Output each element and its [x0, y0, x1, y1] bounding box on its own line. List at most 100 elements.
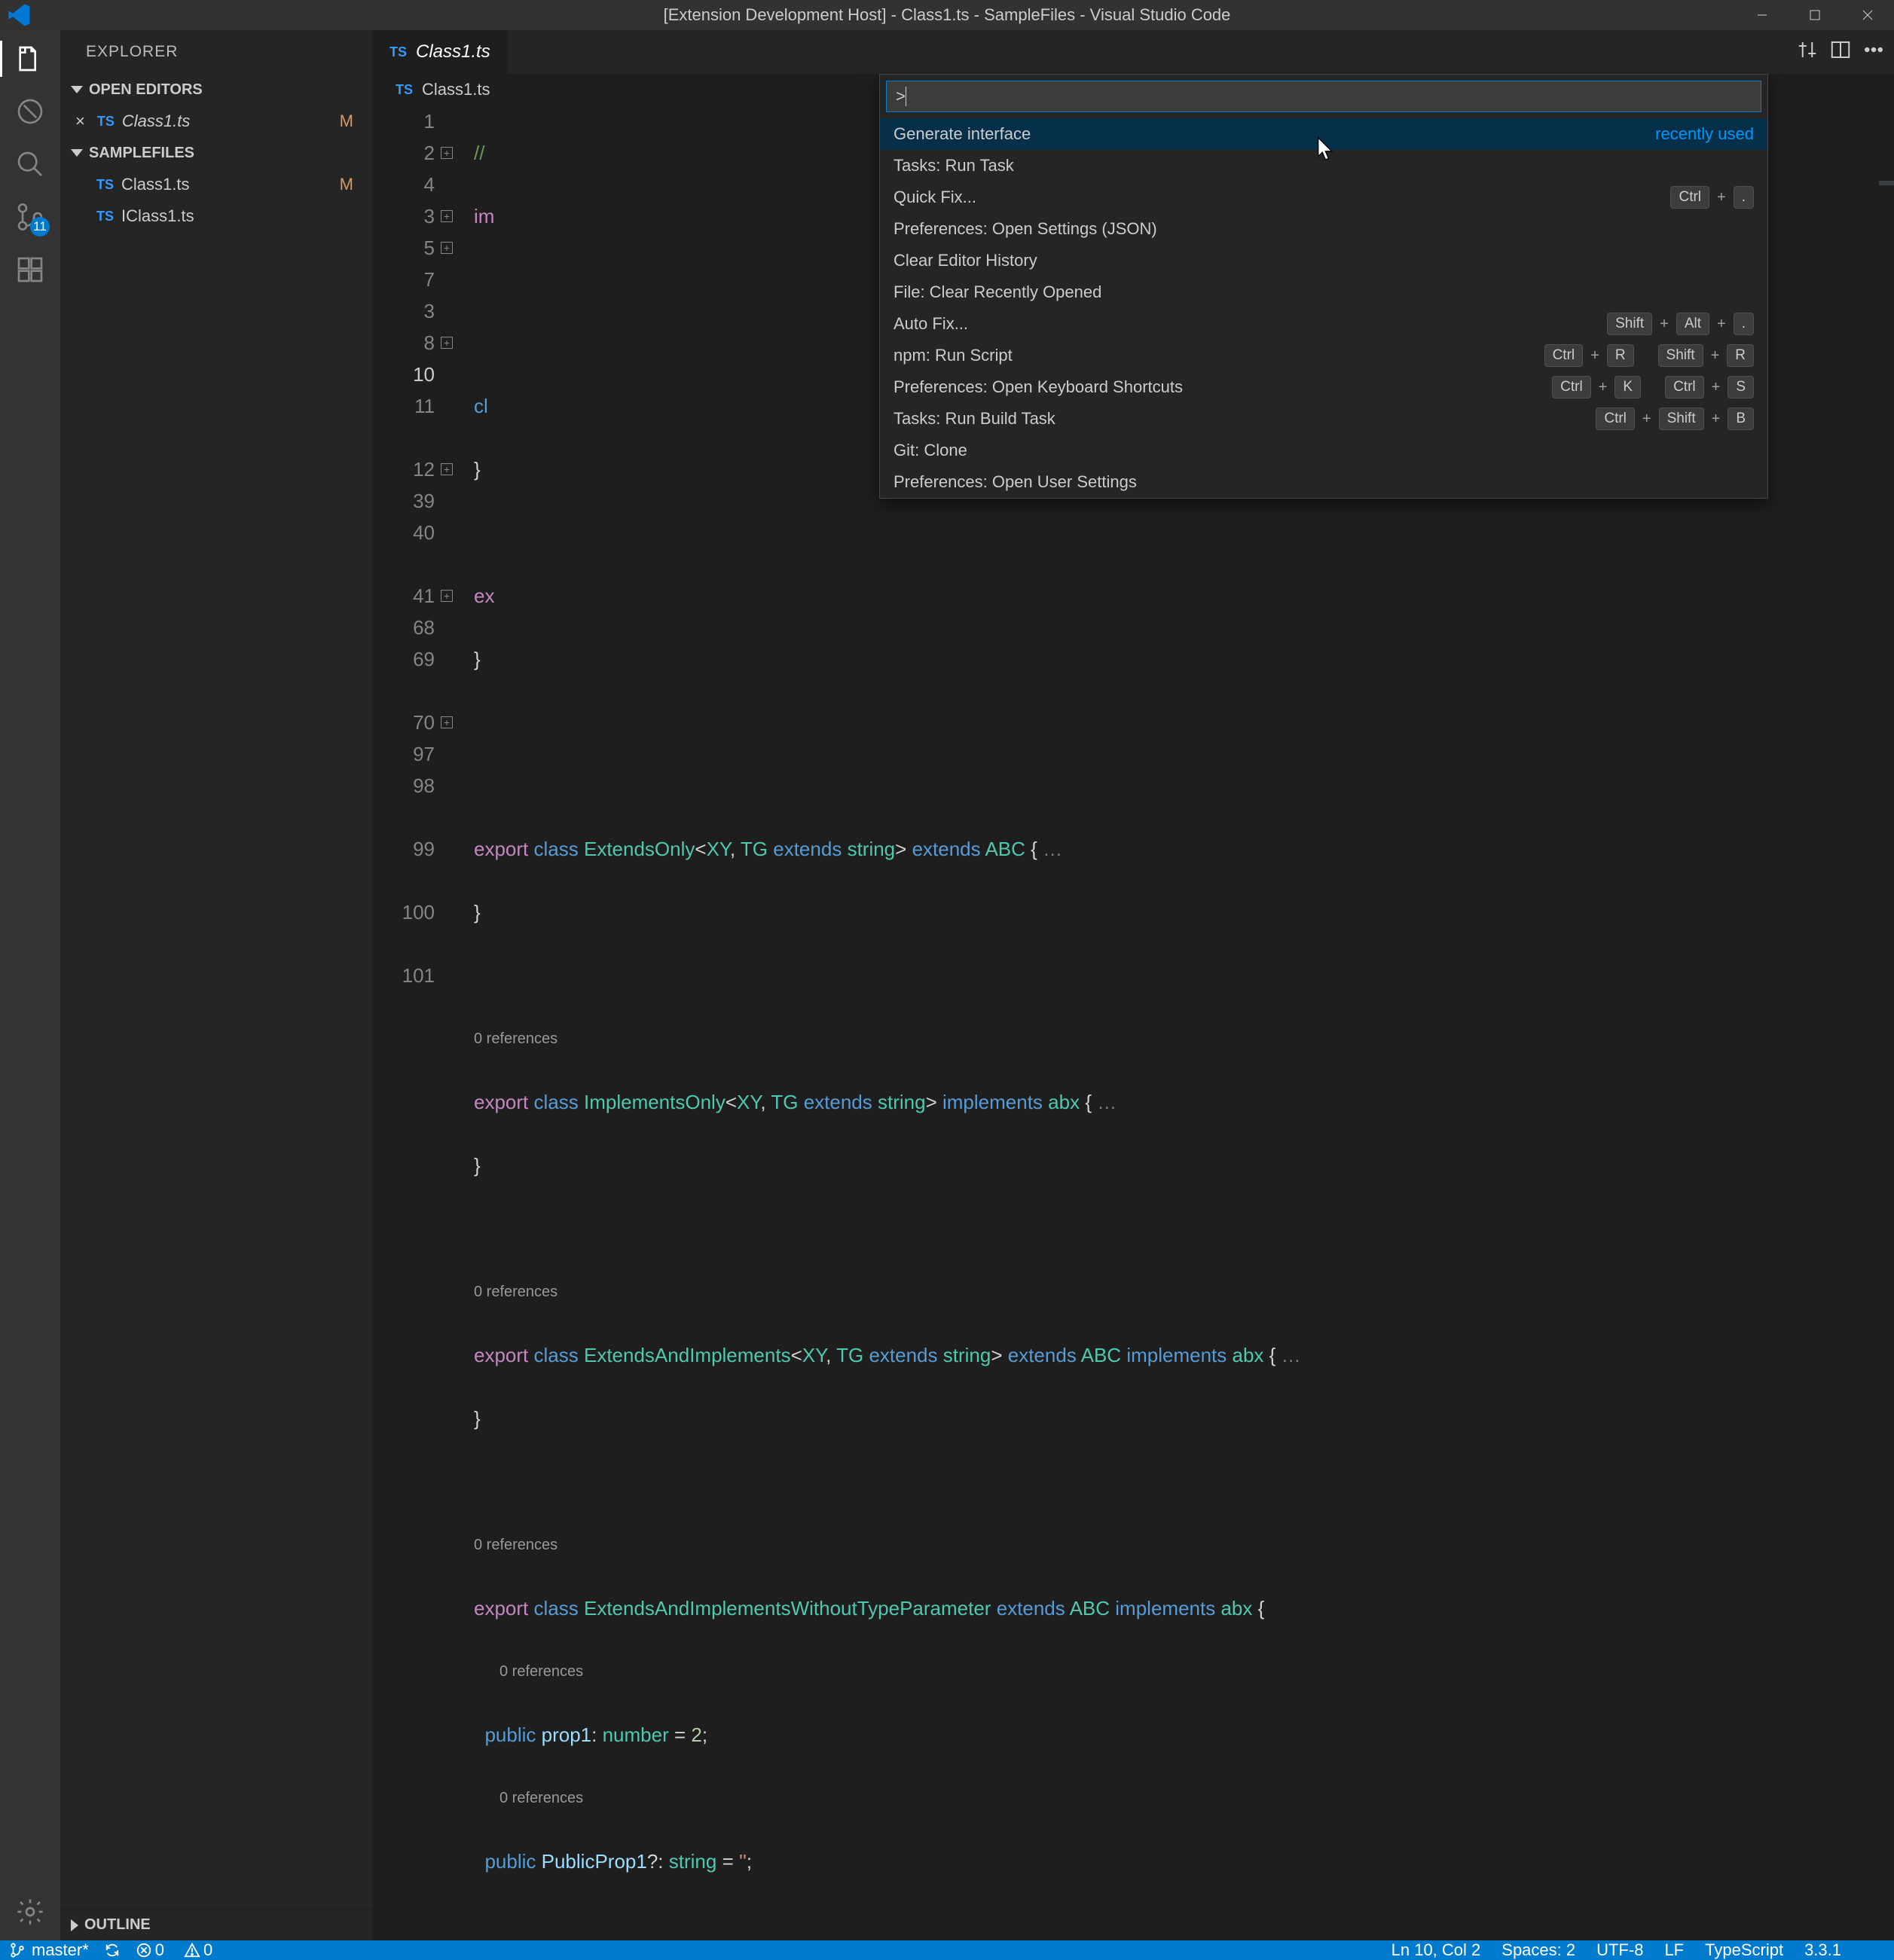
errors-count: 0	[155, 1940, 164, 1960]
codelens[interactable]: 0 references	[474, 1782, 1894, 1814]
tab-label: Class1.ts	[416, 41, 490, 63]
status-problems[interactable]: 0 0	[136, 1940, 213, 1960]
command-item[interactable]: Tasks: Run Build Task Ctrl+Shift+B	[880, 403, 1767, 435]
fold-icon[interactable]: +	[441, 242, 453, 254]
status-sync[interactable]	[104, 1942, 121, 1958]
command-label: Tasks: Run Build Task	[894, 409, 1585, 429]
status-eol[interactable]: LF	[1664, 1940, 1684, 1960]
window-close-button[interactable]	[1841, 0, 1894, 30]
command-item[interactable]: Auto Fix... Shift+Alt+.	[880, 308, 1767, 340]
window-minimize-button[interactable]	[1736, 0, 1789, 30]
ts-icon: TS	[396, 82, 413, 98]
status-language[interactable]: TypeScript	[1705, 1940, 1783, 1960]
codelens[interactable]: 0 references	[474, 1023, 1894, 1055]
activity-scm[interactable]: 11	[12, 199, 48, 235]
status-cursor-pos[interactable]: Ln 10, Col 2	[1391, 1940, 1481, 1960]
ts-icon: TS	[97, 114, 115, 130]
status-encoding[interactable]: UTF-8	[1596, 1940, 1643, 1960]
file-item[interactable]: TS IClass1.ts	[60, 200, 373, 232]
open-editors-label: OPEN EDITORS	[89, 81, 203, 99]
editor-tab[interactable]: TS Class1.ts	[373, 30, 508, 74]
activity-bar: 11	[0, 30, 60, 1940]
fold-icon[interactable]: +	[441, 590, 453, 602]
command-label: Preferences: Open User Settings	[894, 472, 1754, 492]
outline-header[interactable]: OUTLINE	[60, 1909, 373, 1940]
command-item[interactable]: Generate interface recently used	[880, 118, 1767, 150]
fold-icon[interactable]: +	[441, 147, 453, 159]
window-maximize-button[interactable]	[1789, 0, 1841, 30]
activity-search[interactable]	[12, 146, 48, 182]
fold-icon[interactable]: +	[441, 716, 453, 728]
fold-icon[interactable]: +	[441, 210, 453, 222]
fold-icon[interactable]: +	[441, 337, 453, 349]
command-item[interactable]: File: Clear Recently Opened	[880, 276, 1767, 308]
command-item[interactable]: Tasks: Run Task	[880, 150, 1767, 182]
command-label: Preferences: Open Keyboard Shortcuts	[894, 377, 1541, 397]
warnings-count: 0	[203, 1940, 212, 1960]
command-label: Tasks: Run Task	[894, 156, 1754, 176]
ts-icon: TS	[389, 44, 407, 60]
command-item[interactable]: npm: Run ScriptCtrl+RShift+R	[880, 340, 1767, 371]
open-editor-name: Class1.ts	[122, 111, 332, 131]
command-label: Auto Fix...	[894, 314, 1596, 334]
codelens[interactable]: 0 references	[474, 1656, 1894, 1687]
breadcrumb-file: Class1.ts	[422, 80, 490, 99]
ts-icon: TS	[96, 177, 114, 193]
editor-group: > Generate interface recently used Tasks: …	[373, 30, 1894, 1940]
sidebar: EXPLORER OPEN EDITORS × TS Class1.ts M S…	[60, 30, 373, 1940]
folder-label: SAMPLEFILES	[89, 145, 194, 162]
open-editor-item[interactable]: × TS Class1.ts M	[60, 105, 373, 137]
command-label: File: Clear Recently Opened	[894, 282, 1754, 302]
command-item[interactable]: Git: Clone	[880, 435, 1767, 466]
modified-badge: M	[340, 175, 353, 194]
status-indent[interactable]: Spaces: 2	[1501, 1940, 1575, 1960]
command-desc: recently used	[1655, 124, 1754, 144]
file-name: Class1.ts	[121, 175, 332, 194]
file-item[interactable]: TS Class1.ts M	[60, 169, 373, 200]
command-label: Git: Clone	[894, 441, 1754, 460]
command-item[interactable]: Preferences: Open User Settings	[880, 466, 1767, 498]
keybinding: Ctrl+Shift+B	[1596, 408, 1754, 430]
command-palette: > Generate interface recently used Tasks: …	[879, 74, 1768, 499]
chevron-right-icon	[71, 1919, 78, 1931]
close-icon[interactable]: ×	[75, 111, 85, 131]
command-item[interactable]: Quick Fix... Ctrl+.	[880, 182, 1767, 213]
keybinding: Shift+Alt+.	[1607, 313, 1754, 335]
command-label: Generate interface	[894, 124, 1645, 144]
codelens[interactable]: 0 references	[474, 1529, 1894, 1561]
command-label: Clear Editor History	[894, 251, 1754, 270]
command-item[interactable]: Preferences: Open Settings (JSON)	[880, 213, 1767, 245]
chevron-down-icon	[71, 86, 83, 93]
file-name: IClass1.ts	[121, 206, 373, 226]
activity-explorer[interactable]	[12, 41, 48, 77]
more-icon[interactable]	[1862, 38, 1885, 66]
sidebar-title: EXPLORER	[60, 30, 373, 74]
compare-icon[interactable]	[1796, 38, 1819, 66]
command-item[interactable]: Preferences: Open Keyboard ShortcutsCtrl…	[880, 371, 1767, 403]
activity-settings[interactable]	[12, 1894, 48, 1930]
command-label: Preferences: Open Settings (JSON)	[894, 219, 1754, 239]
window-title: [Extension Development Host] - Class1.ts…	[664, 5, 1231, 25]
command-palette-list: Generate interface recently used Tasks: Ru…	[880, 118, 1767, 498]
folder-header[interactable]: SAMPLEFILES	[60, 137, 373, 169]
activity-extensions[interactable]	[12, 252, 48, 288]
status-git-branch[interactable]: master*	[9, 1940, 89, 1960]
tab-bar: TS Class1.ts	[373, 30, 1894, 74]
status-ts-version[interactable]: 3.3.1	[1804, 1940, 1841, 1960]
keybinding: Ctrl+RShift+R	[1544, 344, 1754, 367]
command-palette-input[interactable]: >	[886, 81, 1761, 112]
status-bar: master* 0 0 Ln 10, Col 2 Spaces: 2 UTF-8…	[0, 1940, 1894, 1960]
split-editor-icon[interactable]	[1829, 38, 1852, 66]
app-icon	[6, 2, 33, 29]
minimap[interactable]	[1879, 181, 1894, 185]
keybinding: Ctrl+.	[1670, 186, 1754, 209]
modified-badge: M	[340, 111, 353, 131]
open-editors-header[interactable]: OPEN EDITORS	[60, 74, 373, 105]
outline-label: OUTLINE	[84, 1916, 151, 1934]
command-item[interactable]: Clear Editor History	[880, 245, 1767, 276]
command-label: Quick Fix...	[894, 188, 1660, 207]
activity-debug[interactable]	[12, 93, 48, 130]
command-prefix: >	[896, 87, 906, 106]
codelens[interactable]: 0 references	[474, 1276, 1894, 1308]
fold-icon[interactable]: +	[441, 463, 453, 475]
